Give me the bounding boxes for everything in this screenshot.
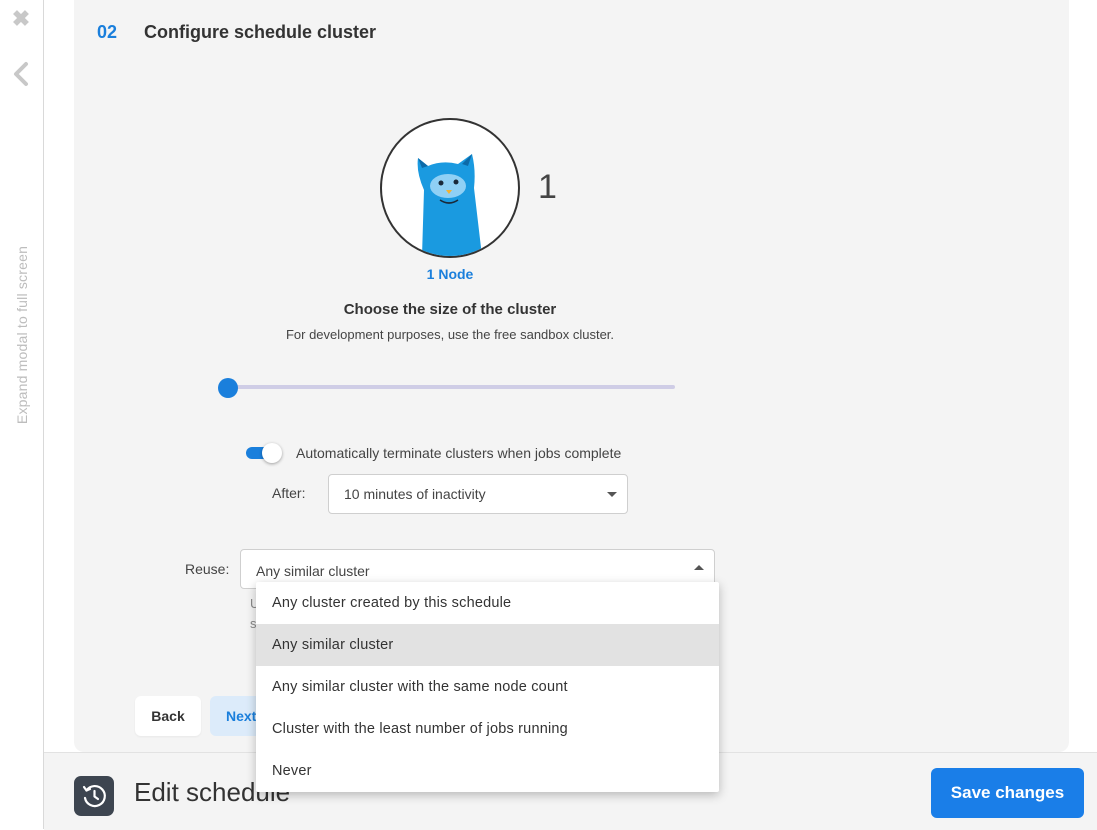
node-label: 1 Node xyxy=(426,266,474,282)
auto-terminate-label: Automatically terminate clusters when jo… xyxy=(296,445,622,461)
chevron-left-icon[interactable] xyxy=(10,60,32,88)
after-select[interactable]: 10 minutes of inactivity xyxy=(328,474,628,514)
reuse-dropdown-menu: Any cluster created by this schedule Any… xyxy=(256,582,719,792)
node-count: 1 xyxy=(538,168,557,206)
step-number: 02 xyxy=(97,22,118,42)
cat-mascot-icon xyxy=(417,154,482,256)
side-rail: ✖ Expand modal to full screen xyxy=(0,0,44,829)
reuse-option[interactable]: Cluster with the least number of jobs ru… xyxy=(256,708,719,750)
caret-up-icon xyxy=(694,565,704,570)
reuse-option-selected[interactable]: Any similar cluster xyxy=(256,624,719,666)
toggle-knob xyxy=(262,443,282,463)
reuse-option[interactable]: Never xyxy=(256,750,719,792)
history-button[interactable] xyxy=(74,776,114,816)
expand-modal-label[interactable]: Expand modal to full screen xyxy=(14,246,30,424)
reuse-option[interactable]: Any similar cluster with the same node c… xyxy=(256,666,719,708)
cluster-size-title: Choose the size of the cluster xyxy=(343,301,557,318)
cluster-size-subtitle: For development purposes, use the free s… xyxy=(285,327,615,342)
save-changes-button[interactable]: Save changes xyxy=(931,768,1084,818)
step-title: Configure schedule cluster xyxy=(144,22,377,42)
close-icon[interactable]: ✖ xyxy=(11,8,31,30)
auto-terminate-toggle[interactable] xyxy=(246,443,282,463)
cluster-avatar xyxy=(380,118,520,258)
back-button[interactable]: Back xyxy=(135,696,201,736)
after-select-value: 10 minutes of inactivity xyxy=(344,486,486,502)
caret-down-icon xyxy=(607,492,617,497)
reuse-option[interactable]: Any cluster created by this schedule xyxy=(256,582,719,624)
cluster-size-slider-track[interactable] xyxy=(228,385,675,389)
cluster-size-slider-thumb[interactable] xyxy=(218,378,238,398)
reuse-label: Reuse: xyxy=(185,561,230,577)
reuse-select-value: Any similar cluster xyxy=(256,563,370,579)
after-label: After: xyxy=(272,485,306,501)
history-icon xyxy=(82,784,106,808)
